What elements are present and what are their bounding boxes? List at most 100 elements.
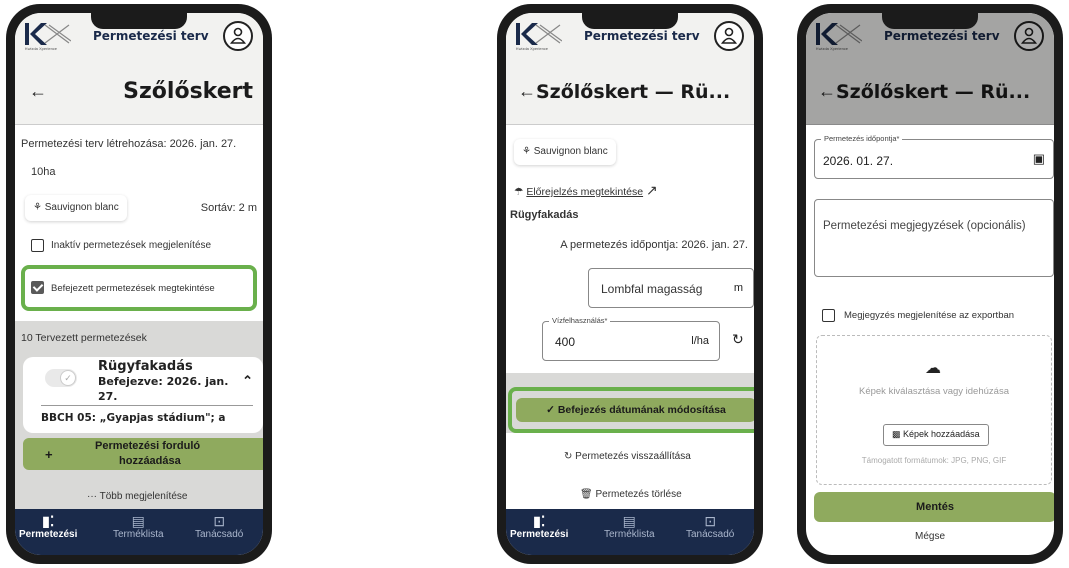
nav-products[interactable]: ▤ Terméklista	[113, 513, 164, 540]
spray-icon: ▮⁚	[42, 513, 55, 529]
screen-2: Kwizda Xperience Permetezési terv ← Szől…	[506, 13, 754, 555]
card-bbch: BBCH 05: „Gyapjas stádium"; a	[41, 412, 226, 424]
app-title: Permetezési terv	[93, 29, 209, 43]
user-avatar[interactable]	[223, 21, 253, 51]
spray-date-field[interactable]: Permetezés időpontja* 2026. 01. 27. ▣	[814, 134, 1054, 179]
card-done-date: Befejezve: 2026. jan.	[98, 375, 229, 388]
save-label: Mentés	[916, 501, 954, 513]
row-spacing: Sortáv: 2 m	[200, 202, 257, 214]
plus-icon: +	[45, 447, 53, 462]
app-title: Permetezési terv	[584, 29, 700, 43]
chevron-up-icon[interactable]: ⌃	[242, 373, 253, 389]
reset-spray-button[interactable]: ↻ Permetezés visszaállítása	[564, 451, 691, 462]
spray-date-info: A permetezés időpontja: 2026. jan. 27.	[560, 239, 748, 251]
more-dots-icon: ···	[87, 491, 97, 502]
planned-count: 10 Tervezett permetezések	[21, 332, 147, 344]
plan-created-date: Permetezési terv létrehozása: 2026. jan.…	[21, 138, 237, 150]
water-usage-value: 400	[555, 335, 576, 349]
list-icon: ▤	[131, 513, 145, 529]
list-icon: ▤	[622, 513, 636, 529]
dim-overlay	[806, 13, 1054, 125]
reset-icon: ↻	[564, 451, 573, 462]
variety-chip: ⚘ Sauvignon blanc	[514, 139, 616, 165]
screen-3: Kwizda Xperience Permetezési terv ← Szől…	[806, 13, 1054, 555]
show-more-label: Több megjelenítése	[99, 491, 188, 502]
show-note-export-checkbox[interactable]	[822, 309, 835, 322]
forecast-link[interactable]: ☂ Előrejelzés megtekintése ↗	[514, 182, 658, 199]
show-inactive-checkbox[interactable]	[31, 239, 44, 252]
nav-advisor[interactable]: ⊡ Tanácsadó	[195, 513, 243, 540]
check-icon: ✓	[546, 404, 555, 416]
water-usage-label: Vízfelhasználás*	[549, 316, 611, 325]
plant-icon: ⚘	[33, 202, 42, 213]
nav-spray-label: Permetezési	[510, 529, 569, 540]
calendar-icon[interactable]: ▣	[1033, 151, 1045, 167]
screen-1: Kwizda Xperience Permetezési terv ← Szől…	[15, 13, 263, 555]
back-arrow-icon[interactable]: ←	[29, 81, 47, 102]
done-toggle[interactable]: ✓	[45, 369, 77, 387]
canopy-unit: m	[733, 282, 743, 294]
add-round-button[interactable]: + Permetezési forduló hozzáadása	[23, 438, 263, 470]
logo-subtitle: Kwizda Xperience	[516, 46, 549, 51]
show-finished-label: Befejezett permetezések megtekintése	[51, 283, 215, 294]
change-finish-date-button[interactable]: ✓ Befejezés dátumának módosítása	[516, 398, 754, 422]
nav-advisor-label: Tanácsadó	[686, 529, 735, 540]
cloud-upload-icon: ☁	[925, 360, 941, 377]
water-usage-field[interactable]: Vízfelhasználás* 400 l/ha	[542, 316, 720, 361]
area-value: 10ha	[31, 166, 56, 178]
page-header: ← Szőlőskert	[15, 61, 263, 125]
advisor-icon: ⊡	[704, 513, 717, 529]
variety-label: Sauvignon blanc	[533, 146, 608, 157]
phone-screen-2: Kwizda Xperience Permetezési terv ← Szől…	[497, 4, 763, 564]
nav-spray[interactable]: ▮⁚ Permetezési	[19, 513, 77, 540]
page-title: Szőlőskert	[123, 79, 253, 104]
save-button[interactable]: Mentés	[814, 492, 1054, 522]
kwizda-logo: Kwizda Xperience	[25, 23, 75, 55]
show-finished-checkbox[interactable]	[31, 281, 44, 294]
reset-icon[interactable]: ↻	[732, 331, 744, 348]
image-dropzone[interactable]: ☁ Képek kiválasztása vagy idehúzása ▩ Ké…	[816, 335, 1052, 485]
water-usage-unit: l/ha	[691, 335, 709, 347]
add-round-label-line2: hozzáadása	[119, 455, 181, 467]
canopy-height-field[interactable]: Lombfal magasság m	[588, 268, 754, 308]
external-link-icon: ↗	[646, 182, 658, 198]
nav-advisor-label: Tanácsadó	[195, 529, 244, 540]
stage-title: Rügyfakadás	[510, 209, 579, 221]
add-images-button[interactable]: ▩ Képek hozzáadása	[883, 424, 989, 446]
upload-hint: Képek kiválasztása vagy idehúzása	[859, 386, 1009, 397]
logo-subtitle: Kwizda Xperience	[25, 46, 58, 51]
nav-spray-label: Permetezési	[19, 529, 78, 540]
bottom-nav: ▮⁚ Permetezési ▤ Terméklista ⊡ Tanácsadó	[506, 509, 754, 555]
cancel-button[interactable]: Mégse	[806, 531, 1054, 542]
back-arrow-icon[interactable]: ←	[518, 81, 536, 102]
delete-spray-button[interactable]: 🗑︎ Permetezés törlése	[580, 489, 682, 500]
cancel-label: Mégse	[914, 531, 945, 542]
spray-date-label: Permetezés időpontja*	[821, 134, 903, 143]
show-more-button[interactable]: ··· Több megjelenítése	[87, 491, 187, 502]
user-avatar[interactable]	[714, 21, 744, 51]
reset-spray-label: Permetezés visszaállítása	[575, 451, 691, 462]
show-note-export-label: Megjegyzés megjelenítése az exportban	[844, 310, 1015, 321]
advisor-icon: ⊡	[213, 513, 226, 529]
notes-placeholder: Permetezési megjegyzések (opcionális)	[823, 220, 1026, 232]
page-title: Szőlőskert — Rü...	[536, 81, 731, 103]
spray-card[interactable]: ✓ Rügyfakadás Befejezve: 2026. jan. 27. …	[23, 357, 263, 433]
nav-products[interactable]: ▤ Terméklista	[604, 513, 655, 540]
supported-formats: Támogatott formátumok: JPG, PNG, GIF	[861, 456, 1007, 465]
page-header: ← Szőlőskert — Rü...	[506, 61, 754, 125]
notes-field[interactable]: Permetezési megjegyzések (opcionális)	[814, 199, 1054, 277]
phone-screen-3: Kwizda Xperience Permetezési terv ← Szől…	[797, 4, 1063, 564]
user-icon	[721, 27, 737, 44]
add-round-label: Permetezési forduló	[95, 440, 201, 452]
nav-products-label: Terméklista	[113, 529, 164, 540]
user-icon	[230, 27, 246, 44]
add-photo-icon: ▩	[892, 429, 901, 439]
forecast-link-label: Előrejelzés megtekintése	[526, 186, 644, 198]
phone-notch	[91, 13, 187, 29]
canopy-height-placeholder: Lombfal magasság	[601, 282, 703, 296]
nav-advisor[interactable]: ⊡ Tanácsadó	[686, 513, 734, 540]
variety-chip: ⚘ Sauvignon blanc	[25, 195, 127, 221]
nav-products-label: Terméklista	[604, 529, 655, 540]
nav-spray[interactable]: ▮⁚ Permetezési	[510, 513, 568, 540]
phone-notch	[582, 13, 678, 29]
